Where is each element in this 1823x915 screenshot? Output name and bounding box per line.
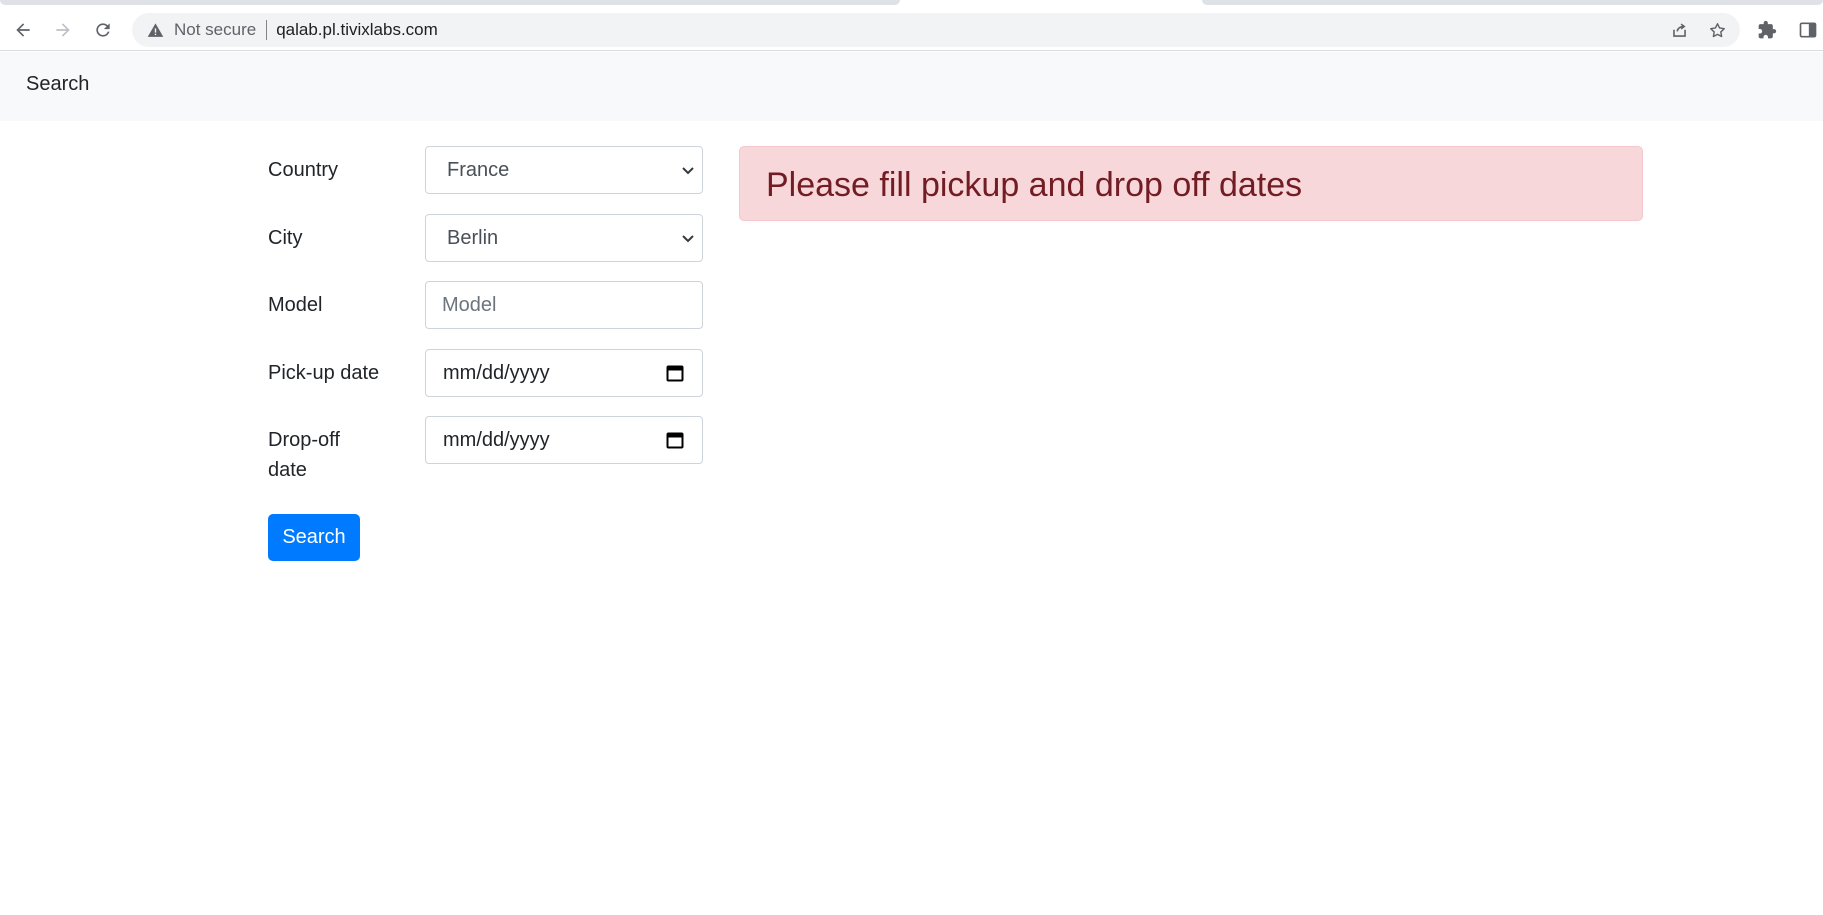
model-row: Model Model bbox=[268, 281, 703, 329]
browser-toolbar: Not secure qalab.pl.tivixlabs.com bbox=[0, 10, 1823, 51]
country-label: Country bbox=[268, 159, 339, 181]
tab-strip bbox=[0, 0, 1823, 10]
country-selected-value: France bbox=[447, 158, 510, 181]
navbar-brand[interactable]: Search bbox=[26, 73, 89, 96]
reload-button[interactable] bbox=[86, 13, 120, 47]
puzzle-icon bbox=[1758, 20, 1777, 39]
model-placeholder: Model bbox=[442, 293, 497, 316]
back-button[interactable] bbox=[6, 13, 40, 47]
bookmark-button[interactable] bbox=[1702, 15, 1732, 45]
calendar-icon[interactable] bbox=[665, 363, 685, 383]
tab-inactive-right[interactable] bbox=[1202, 0, 1823, 5]
tab-inactive-left[interactable] bbox=[0, 0, 900, 5]
chevron-down-icon bbox=[682, 167, 694, 175]
url-text[interactable]: qalab.pl.tivixlabs.com bbox=[276, 20, 438, 40]
pickup-date-input[interactable]: mm/dd/yyyy bbox=[425, 349, 703, 397]
arrow-left-icon bbox=[16, 23, 30, 37]
alert-message: Please fill pickup and drop off dates bbox=[766, 166, 1303, 204]
country-row: Country France bbox=[268, 146, 703, 194]
error-alert: Please fill pickup and drop off dates bbox=[739, 146, 1643, 221]
model-input[interactable]: Model bbox=[425, 281, 703, 329]
pickup-date-value: mm/dd/yyyy bbox=[443, 361, 550, 384]
calendar-icon[interactable] bbox=[665, 430, 685, 450]
dropoff-label: Drop-off date bbox=[268, 425, 418, 485]
pickup-row: Pick-up date mm/dd/yyyy bbox=[268, 349, 703, 397]
country-select[interactable]: France bbox=[425, 146, 703, 194]
dropoff-date-input[interactable]: mm/dd/yyyy bbox=[425, 416, 703, 464]
address-bar[interactable]: Not secure qalab.pl.tivixlabs.com bbox=[132, 13, 1740, 47]
arrow-right-icon bbox=[56, 23, 70, 37]
extensions-button[interactable] bbox=[1752, 15, 1782, 45]
chevron-down-icon bbox=[682, 235, 694, 243]
pickup-label: Pick-up date bbox=[268, 362, 380, 384]
city-row: City Berlin bbox=[268, 214, 703, 262]
side-panel-button[interactable] bbox=[1793, 15, 1823, 45]
dropoff-label-line1: Drop-off bbox=[268, 429, 340, 451]
dropoff-row: Drop-off date mm/dd/yyyy bbox=[268, 416, 703, 486]
omnibox-actions bbox=[1664, 13, 1732, 47]
share-button[interactable] bbox=[1664, 15, 1694, 45]
navbar: Search bbox=[0, 52, 1823, 121]
dropoff-date-value: mm/dd/yyyy bbox=[443, 428, 550, 451]
model-label: Model bbox=[268, 294, 323, 316]
city-selected-value: Berlin bbox=[447, 226, 499, 249]
search-button[interactable]: Search bbox=[268, 514, 360, 561]
security-status[interactable]: Not secure bbox=[174, 20, 256, 40]
city-label: City bbox=[268, 227, 303, 249]
dropoff-label-line2: date bbox=[268, 459, 307, 481]
omnibox-divider bbox=[266, 20, 268, 40]
warning-icon[interactable] bbox=[146, 21, 164, 39]
city-select[interactable]: Berlin bbox=[425, 214, 703, 262]
share-icon bbox=[1672, 23, 1686, 37]
reload-icon bbox=[96, 23, 110, 37]
forward-button[interactable] bbox=[46, 13, 80, 47]
star-icon bbox=[1709, 22, 1725, 37]
side-panel-icon bbox=[1799, 22, 1817, 38]
